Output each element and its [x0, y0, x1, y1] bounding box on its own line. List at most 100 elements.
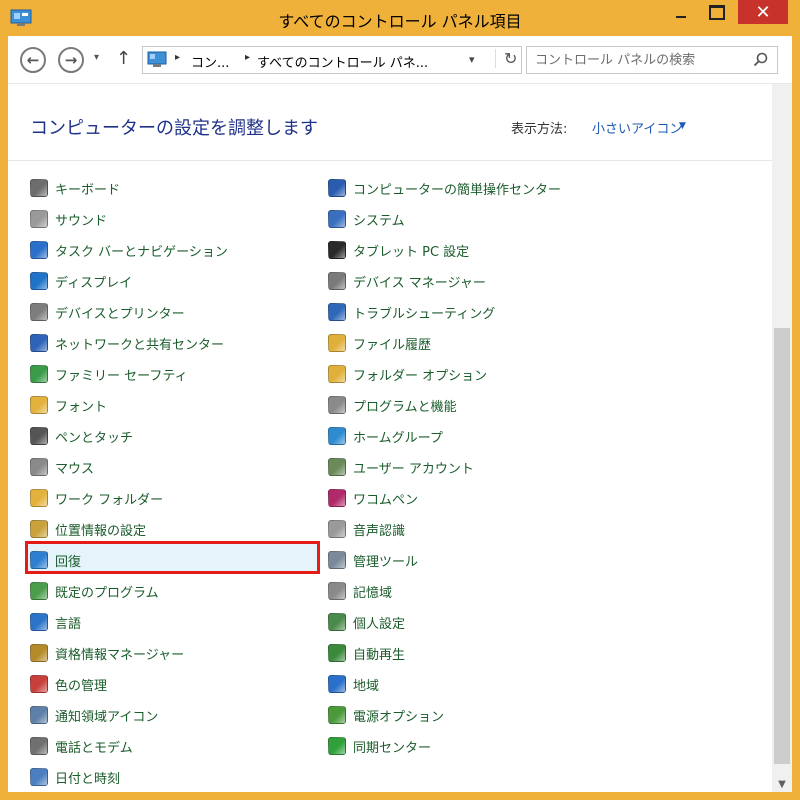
chevron-right-icon[interactable]: ▸	[245, 52, 250, 63]
item-label: 位置情報の設定	[55, 523, 147, 539]
breadcrumb-control-panel[interactable]: コン...	[191, 52, 229, 71]
title-bar[interactable]: すべてのコントロール パネル項目 ✕	[0, 0, 800, 36]
up-button[interactable]: ↑	[116, 48, 131, 69]
caret-down-icon[interactable]: ▼	[679, 121, 686, 131]
item-admin-tools[interactable]: 管理ツール	[328, 549, 418, 571]
item-label: 色の管理	[55, 678, 108, 694]
item-default-programs[interactable]: 既定のプログラム	[30, 580, 159, 602]
item-label: 音声認識	[353, 523, 406, 539]
device-manager-icon	[328, 272, 346, 290]
item-user-accounts[interactable]: ユーザー アカウント	[328, 456, 474, 478]
default-programs-icon	[30, 582, 48, 600]
item-label: システム	[353, 213, 405, 229]
search-icon[interactable]	[753, 52, 769, 68]
item-font-folder[interactable]: フォント	[30, 394, 107, 416]
search-box[interactable]	[526, 46, 778, 74]
navigation-bar: ← → ▾ ↑ ▸ コン... ▸ すべてのコントロール パネ... ▾ ↻	[8, 36, 792, 84]
speaker-icon	[30, 210, 48, 228]
chevron-right-icon[interactable]: ▸	[175, 52, 180, 63]
minimize-button[interactable]	[664, 0, 698, 24]
item-label: 既定のプログラム	[55, 585, 159, 601]
item-credential[interactable]: 資格情報マネージャー	[30, 642, 184, 664]
item-keyboard[interactable]: キーボード	[30, 177, 120, 199]
item-file-history[interactable]: ファイル履歴	[328, 332, 431, 354]
monitor-icon	[30, 272, 48, 290]
divider	[8, 160, 772, 161]
item-family[interactable]: ファミリー セーフティ	[30, 363, 188, 385]
personalization-icon	[328, 613, 346, 631]
item-label: 同期センター	[353, 740, 432, 756]
item-phone[interactable]: 電話とモデム	[30, 735, 133, 757]
breadcrumb-all-items[interactable]: すべてのコントロール パネ...	[257, 52, 428, 71]
item-label: ファイル履歴	[353, 337, 432, 353]
address-dropdown-button[interactable]: ▾	[469, 53, 475, 66]
item-sync[interactable]: 同期センター	[328, 735, 431, 757]
item-clock[interactable]: 日付と時刻	[30, 766, 120, 788]
item-speaker[interactable]: サウンド	[30, 208, 107, 230]
item-label: 管理ツール	[353, 554, 419, 570]
item-device-manager[interactable]: デバイス マネージャー	[328, 270, 486, 292]
item-mouse[interactable]: マウス	[30, 456, 94, 478]
item-label: 記憶域	[353, 585, 393, 601]
item-system[interactable]: システム	[328, 208, 405, 230]
mouse-icon	[30, 458, 48, 476]
item-taskbar[interactable]: タスク バーとナビゲーション	[30, 239, 228, 261]
item-wacom[interactable]: ワコムペン	[328, 487, 418, 509]
taskbar-icon	[30, 241, 48, 259]
microphone-icon	[328, 520, 346, 538]
close-button[interactable]: ✕	[738, 0, 788, 24]
item-recovery[interactable]: 回復	[30, 549, 81, 571]
item-monitor[interactable]: ディスプレイ	[30, 270, 132, 292]
back-button[interactable]: ←	[20, 47, 46, 73]
notification-icon	[30, 706, 48, 724]
item-accessibility[interactable]: コンピューターの簡単操作センター	[328, 177, 561, 199]
scrollbar-thumb[interactable]	[774, 328, 790, 764]
keyboard-icon	[30, 179, 48, 197]
item-tablet[interactable]: タブレット PC 設定	[328, 239, 469, 261]
item-homegroup[interactable]: ホームグループ	[328, 425, 443, 447]
pen-icon	[30, 427, 48, 445]
item-notification[interactable]: 通知領域アイコン	[30, 704, 158, 726]
sync-icon	[328, 737, 346, 755]
item-label: ユーザー アカウント	[353, 461, 474, 477]
maximize-button[interactable]	[700, 0, 734, 24]
system-icon	[328, 210, 346, 228]
homegroup-icon	[328, 427, 346, 445]
item-programs[interactable]: プログラムと機能	[328, 394, 457, 416]
item-location[interactable]: 位置情報の設定	[30, 518, 146, 540]
item-label: コンピューターの簡単操作センター	[353, 182, 562, 198]
address-bar[interactable]: ▸ コン... ▸ すべてのコントロール パネ... ▾ ↻	[142, 46, 522, 74]
item-power[interactable]: 電源オプション	[328, 704, 444, 726]
admin-tools-icon	[328, 551, 346, 569]
family-icon	[30, 365, 48, 383]
item-label: トラブルシューティング	[353, 306, 496, 322]
color-icon	[30, 675, 48, 693]
item-label: 通知領域アイコン	[55, 709, 159, 725]
refresh-button[interactable]: ↻	[495, 49, 517, 68]
item-language[interactable]: 言語	[30, 611, 81, 633]
wacom-icon	[328, 489, 346, 507]
view-by-dropdown[interactable]: 小さいアイコン	[592, 118, 682, 137]
item-region[interactable]: 地域	[328, 673, 379, 695]
item-pen[interactable]: ペンとタッチ	[30, 425, 133, 447]
vertical-scrollbar[interactable]: ▼	[772, 84, 792, 792]
scroll-down-button[interactable]: ▼	[772, 779, 792, 790]
forward-button[interactable]: →	[58, 47, 84, 73]
item-personalization[interactable]: 個人設定	[328, 611, 405, 633]
item-storage[interactable]: 記憶域	[328, 580, 392, 602]
search-input[interactable]	[535, 51, 745, 69]
work-folder-icon	[30, 489, 48, 507]
item-network[interactable]: ネットワークと共有センター	[30, 332, 224, 354]
item-troubleshoot[interactable]: トラブルシューティング	[328, 301, 495, 323]
item-label: プログラムと機能	[353, 399, 457, 415]
recovery-icon	[30, 551, 48, 569]
item-work-folder[interactable]: ワーク フォルダー	[30, 487, 163, 509]
item-color[interactable]: 色の管理	[30, 673, 107, 695]
item-printer[interactable]: デバイスとプリンター	[30, 301, 185, 323]
item-autoplay[interactable]: 自動再生	[328, 642, 405, 664]
item-label: デバイス マネージャー	[353, 275, 486, 291]
troubleshoot-icon	[328, 303, 346, 321]
item-folder-options[interactable]: フォルダー オプション	[328, 363, 487, 385]
item-microphone[interactable]: 音声認識	[328, 518, 405, 540]
recent-locations-button[interactable]: ▾	[94, 52, 99, 63]
